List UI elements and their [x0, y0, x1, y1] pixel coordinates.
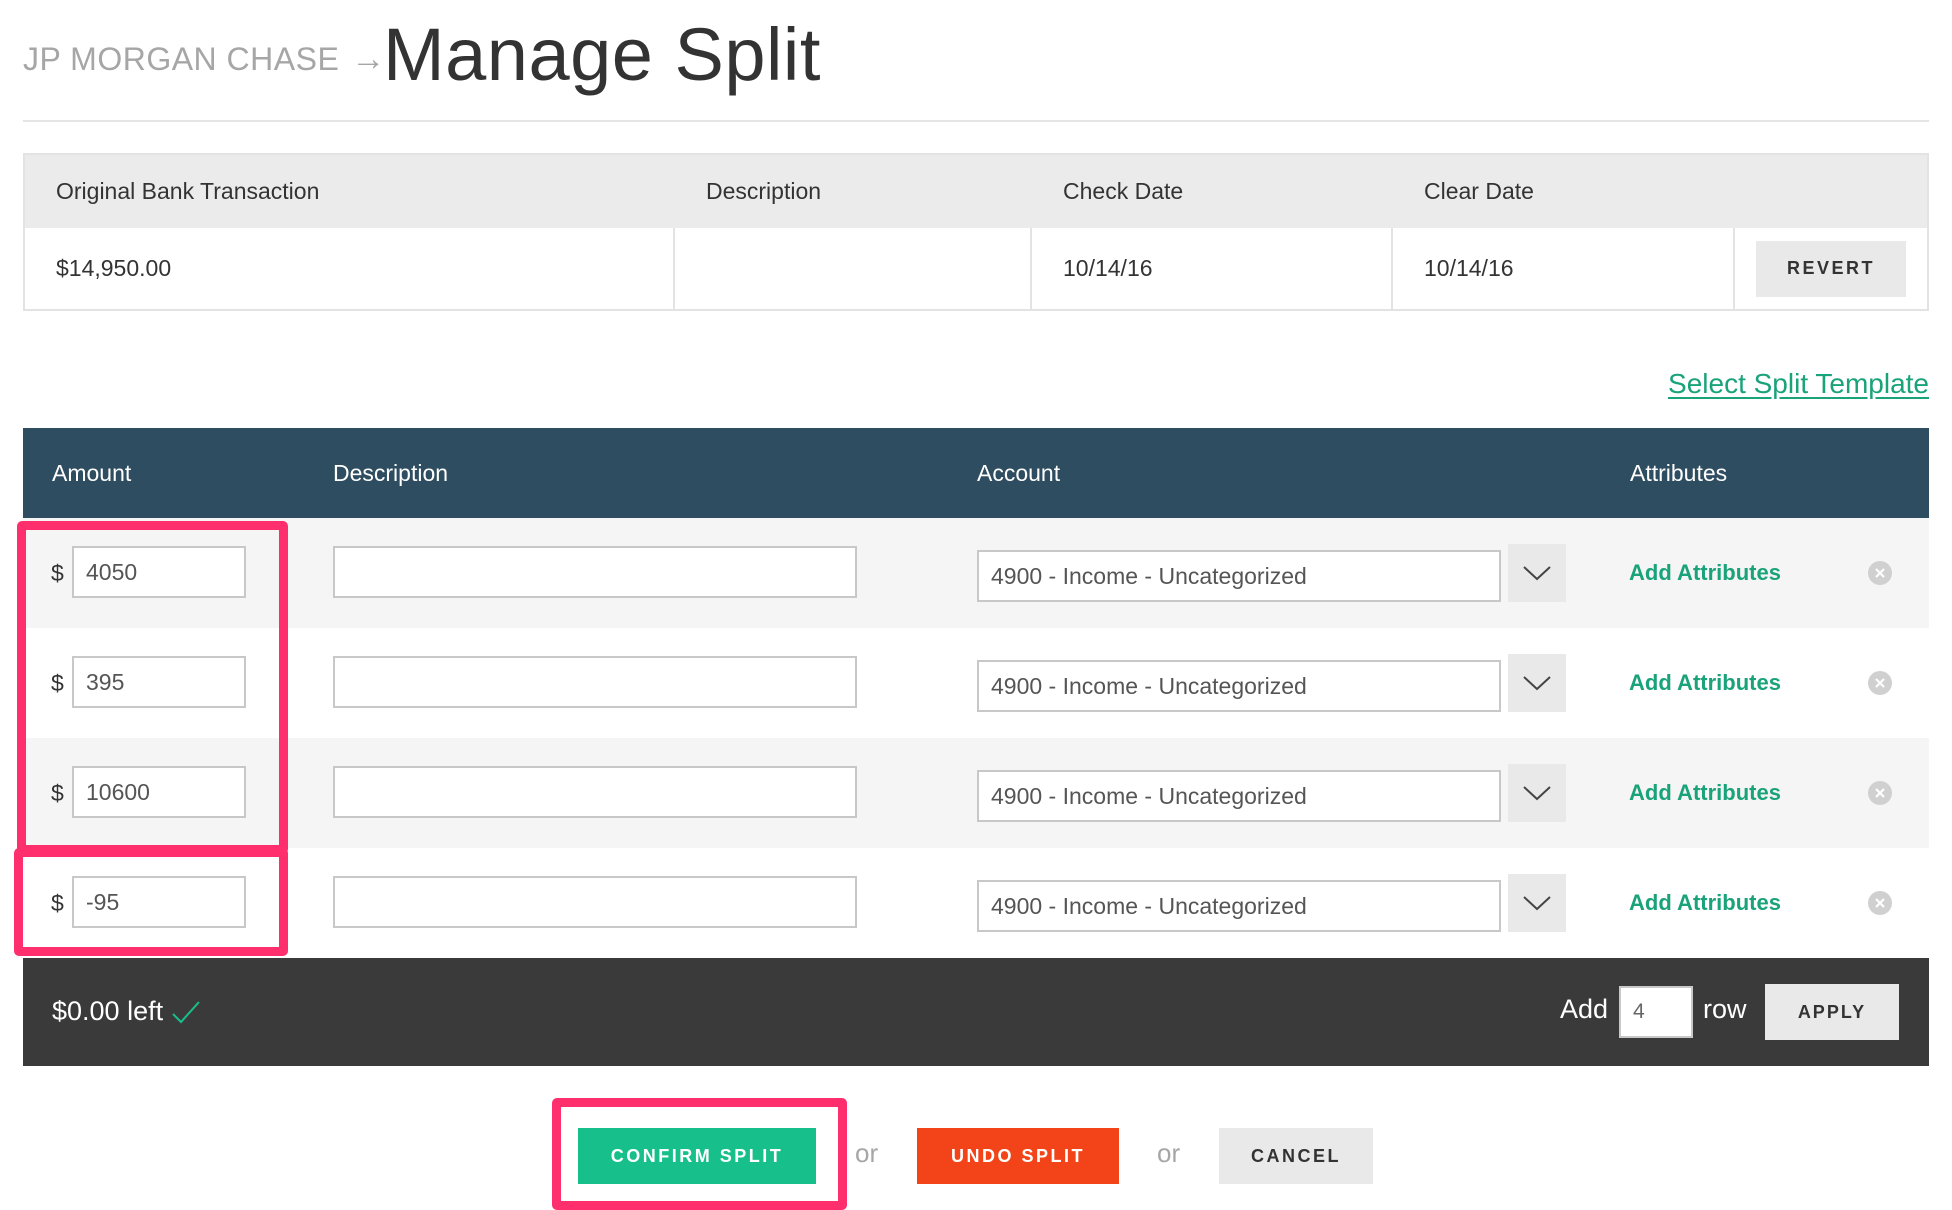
- cancel-button[interactable]: CANCEL: [1219, 1128, 1373, 1184]
- add-attributes-link[interactable]: Add Attributes: [1629, 560, 1781, 586]
- currency-symbol: $: [51, 560, 64, 586]
- remove-row-button[interactable]: [1868, 781, 1892, 805]
- header-account: Account: [977, 460, 1061, 486]
- remove-row-button[interactable]: [1868, 561, 1892, 585]
- original-actions-cell: REVERT: [1735, 228, 1927, 309]
- account-select[interactable]: 4900 - Income - Uncategorized: [977, 660, 1501, 712]
- account-dropdown-button[interactable]: [1508, 874, 1566, 932]
- row-count-input[interactable]: [1619, 986, 1693, 1038]
- select-split-template-link[interactable]: Select Split Template: [1668, 368, 1929, 400]
- remaining-amount: $0.00 left: [52, 996, 201, 1027]
- add-rows-label: Add: [1560, 994, 1609, 1024]
- breadcrumb-bank[interactable]: JP MORGAN CHASE: [23, 41, 339, 78]
- add-attributes-link[interactable]: Add Attributes: [1629, 670, 1781, 696]
- currency-symbol: $: [51, 890, 64, 916]
- description-input[interactable]: [333, 766, 857, 818]
- original-transaction-table: Original Bank Transaction Description Ch…: [23, 153, 1929, 311]
- page-header: JP MORGAN CHASE → Manage Split: [23, 0, 1929, 122]
- amount-input[interactable]: [72, 546, 246, 598]
- original-description: [675, 228, 1032, 309]
- original-check-date: 10/14/16: [1032, 228, 1393, 309]
- add-attributes-link[interactable]: Add Attributes: [1629, 890, 1781, 916]
- close-circle-icon: [1875, 678, 1885, 688]
- original-table-row: $14,950.00 10/14/16 10/14/16 REVERT: [25, 228, 1927, 309]
- split-row: $ 4900 - Income - Uncategorized Add Attr…: [23, 628, 1929, 738]
- original-clear-date: 10/14/16: [1393, 228, 1735, 309]
- add-attributes-link[interactable]: Add Attributes: [1629, 780, 1781, 806]
- revert-button[interactable]: REVERT: [1756, 240, 1906, 297]
- header-attributes: Attributes: [1630, 460, 1728, 486]
- chevron-down-icon: [1523, 676, 1551, 691]
- account-select[interactable]: 4900 - Income - Uncategorized: [977, 550, 1501, 602]
- currency-symbol: $: [51, 780, 64, 806]
- original-table-header: Original Bank Transaction Description Ch…: [25, 155, 1927, 228]
- chevron-down-icon: [1523, 896, 1551, 911]
- close-circle-icon: [1875, 788, 1885, 798]
- chevron-down-icon: [1523, 566, 1551, 581]
- or-separator: or: [855, 1138, 879, 1168]
- split-table: Amount Description Account Attributes $ …: [23, 428, 1929, 958]
- split-row: $ 4900 - Income - Uncategorized Add Attr…: [23, 848, 1929, 958]
- breadcrumb[interactable]: JP MORGAN CHASE →: [23, 40, 386, 79]
- check-icon: [171, 1000, 201, 1024]
- undo-split-button[interactable]: UNDO SPLIT: [917, 1128, 1119, 1184]
- amount-input[interactable]: [72, 656, 246, 708]
- close-circle-icon: [1875, 568, 1885, 578]
- remove-row-button[interactable]: [1868, 671, 1892, 695]
- chevron-down-icon: [1523, 786, 1551, 801]
- description-input[interactable]: [333, 546, 857, 598]
- header-clear-date: Clear Date: [1424, 178, 1534, 204]
- description-input[interactable]: [333, 656, 857, 708]
- account-dropdown-button[interactable]: [1508, 544, 1566, 602]
- amount-input[interactable]: [72, 766, 246, 818]
- header-amount: Amount: [52, 460, 132, 486]
- header-split-description: Description: [333, 460, 449, 486]
- original-amount: $14,950.00: [25, 228, 675, 309]
- amount-input[interactable]: [72, 876, 246, 928]
- arrow-right-icon: →: [351, 40, 386, 78]
- description-input[interactable]: [333, 876, 857, 928]
- split-row: $ 4900 - Income - Uncategorized Add Attr…: [23, 738, 1929, 848]
- header-check-date: Check Date: [1063, 178, 1184, 204]
- page-title: Manage Split: [383, 13, 821, 96]
- currency-symbol: $: [51, 670, 64, 696]
- split-footer-bar: $0.00 left Add row APPLY: [23, 958, 1929, 1066]
- split-table-header: Amount Description Account Attributes: [23, 428, 1929, 518]
- account-dropdown-button[interactable]: [1508, 764, 1566, 822]
- account-select[interactable]: 4900 - Income - Uncategorized: [977, 880, 1501, 932]
- account-dropdown-button[interactable]: [1508, 654, 1566, 712]
- remove-row-button[interactable]: [1868, 891, 1892, 915]
- header-original-bank-transaction: Original Bank Transaction: [56, 178, 320, 204]
- apply-button[interactable]: APPLY: [1765, 984, 1899, 1040]
- confirm-split-button[interactable]: CONFIRM SPLIT: [578, 1128, 816, 1184]
- or-separator: or: [1157, 1138, 1181, 1168]
- split-row: $ 4900 - Income - Uncategorized Add Attr…: [23, 518, 1929, 628]
- header-description: Description: [706, 178, 822, 204]
- close-circle-icon: [1875, 898, 1885, 908]
- account-select[interactable]: 4900 - Income - Uncategorized: [977, 770, 1501, 822]
- row-label: row: [1703, 994, 1747, 1024]
- remaining-amount-text: $0.00 left: [52, 996, 164, 1026]
